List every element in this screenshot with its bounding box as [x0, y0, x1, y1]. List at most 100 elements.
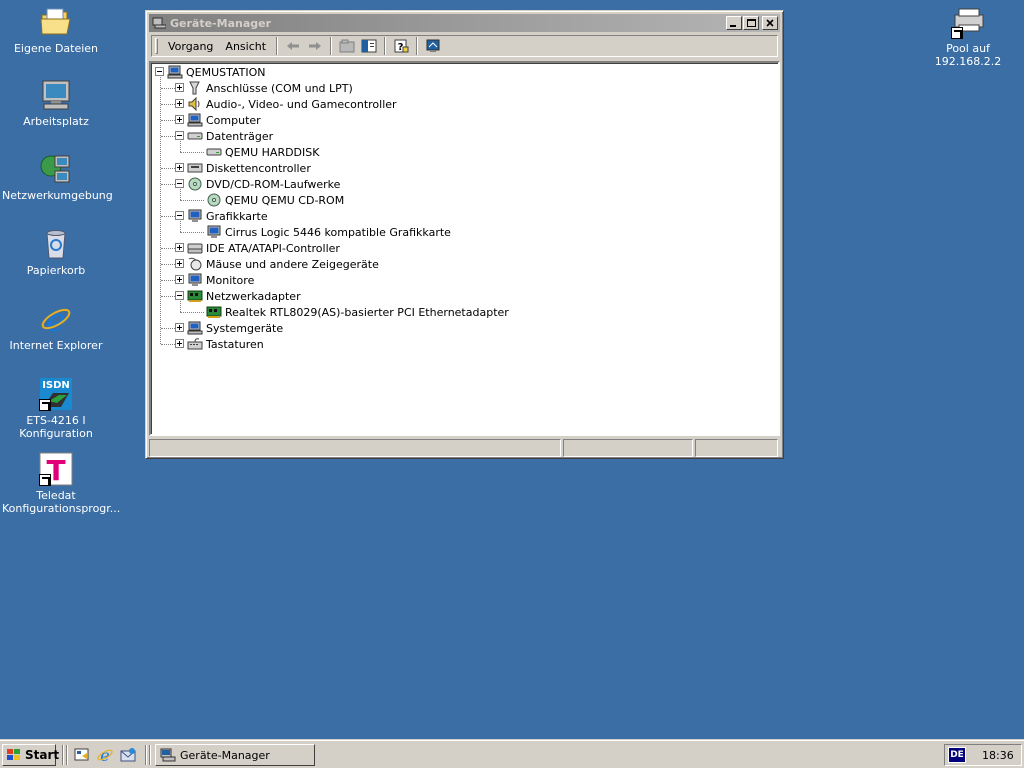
device-manager-icon: [160, 748, 176, 762]
toolbar-grip[interactable]: [155, 38, 158, 54]
taskbar-separator: [149, 745, 151, 765]
quicklaunch-internet-explorer[interactable]: e: [96, 746, 114, 765]
tree-node-category[interactable]: Grafikkarte: [187, 208, 268, 224]
collapse-toggle[interactable]: [175, 211, 184, 220]
net-icon: [187, 289, 203, 303]
device-manager-window[interactable]: Geräte-Manager Vorgang Ansicht ? QEMUSTA…: [145, 10, 784, 459]
display-icon: [187, 273, 203, 287]
help-button[interactable]: ?: [390, 37, 412, 55]
isdn-icon: ISDN: [39, 377, 73, 411]
tree-node-device[interactable]: QEMU QEMU CD-ROM: [206, 192, 344, 208]
back-button[interactable]: [282, 37, 304, 55]
desktop-icon-label: Arbeitsplatz: [23, 115, 89, 128]
clock[interactable]: 18:36: [982, 749, 1014, 762]
taskbar-separator: [145, 745, 147, 765]
tree-node-label: QEMU HARDDISK: [225, 145, 320, 159]
collapse-toggle[interactable]: [175, 131, 184, 140]
toolbar-separator: [276, 37, 279, 55]
menu-ansicht[interactable]: Ansicht: [219, 38, 272, 55]
expand-toggle[interactable]: [175, 115, 184, 124]
close-icon: [766, 19, 774, 27]
desktop-icon-netzwerkumgebung[interactable]: Netzwerkumgebung: [0, 152, 113, 202]
tree-node-device[interactable]: QEMU HARDDISK: [206, 144, 319, 160]
language-indicator[interactable]: DE: [948, 747, 966, 763]
tree-node-category[interactable]: Tastaturen: [187, 336, 264, 352]
recycle-bin-icon: [39, 227, 73, 261]
tree-connector: [161, 296, 175, 297]
desktop-icon-eigene-dateien[interactable]: Eigene Dateien: [0, 5, 112, 55]
show-hide-tree-button[interactable]: [358, 37, 380, 55]
quicklaunch-show-desktop[interactable]: [73, 747, 91, 763]
collapse-toggle[interactable]: [155, 67, 164, 76]
desktop-icon-internet-explorer[interactable]: e Internet Explorer: [0, 301, 112, 352]
tree-node-label: QEMU QEMU CD-ROM: [225, 193, 345, 207]
tree-node-category[interactable]: Audio-, Video- und Gamecontroller: [187, 96, 397, 112]
tree-node-category[interactable]: Anschlüsse (COM und LPT): [187, 80, 353, 96]
back-arrow-icon: [287, 42, 300, 50]
tree-node-category[interactable]: Systemgeräte: [187, 320, 283, 336]
expand-toggle[interactable]: [175, 163, 184, 172]
desktop-icon-ets-4216[interactable]: ISDN ETS-4216 I Konfiguration: [0, 377, 112, 440]
tree-node-category[interactable]: Monitore: [187, 272, 254, 288]
internet-explorer-icon: e: [97, 746, 113, 765]
tree-node-label: Realtek RTL8029(AS)-basierter PCI Ethern…: [225, 305, 509, 319]
desktop-icon-papierkorb[interactable]: Papierkorb: [0, 227, 112, 277]
expand-toggle[interactable]: [175, 275, 184, 284]
folder-icon: [39, 5, 73, 39]
tree-node-category[interactable]: Netzwerkadapter: [187, 288, 301, 304]
start-label: Start: [25, 748, 60, 762]
tree-node-label: Netzwerkadapter: [206, 289, 301, 303]
tree-connector: [180, 189, 181, 200]
desktop-icon-printer-pool[interactable]: Pool auf 192.168.2.2: [912, 5, 1024, 68]
forward-arrow-icon: [309, 42, 322, 50]
menu-vorgang[interactable]: Vorgang: [162, 38, 219, 55]
expand-toggle[interactable]: [175, 243, 184, 252]
tree-node-label: Systemgeräte: [206, 321, 284, 335]
tree-node-device[interactable]: Cirrus Logic 5446 kompatible Grafikkarte: [206, 224, 451, 240]
internet-explorer-icon: e: [39, 301, 73, 339]
taskbar-separator: [66, 745, 68, 765]
tree-node-category[interactable]: Datenträger: [187, 128, 273, 144]
tree-node-device[interactable]: Realtek RTL8029(AS)-basierter PCI Ethern…: [206, 304, 509, 320]
desktop-icon-arbeitsplatz[interactable]: Arbeitsplatz: [0, 78, 112, 128]
collapse-toggle[interactable]: [175, 291, 184, 300]
taskbar: Start e Geräte-Manager DE 18:36: [0, 740, 1024, 768]
disk-icon: [187, 129, 203, 143]
tree-node-category[interactable]: Computer: [187, 112, 261, 128]
port-icon: [187, 81, 203, 95]
quicklaunch-outlook-express[interactable]: [119, 747, 137, 763]
scan-hardware-button[interactable]: [422, 37, 444, 55]
expand-toggle[interactable]: [175, 259, 184, 268]
tree-node-category[interactable]: Diskettencontroller: [187, 160, 311, 176]
title-bar[interactable]: Geräte-Manager: [149, 14, 780, 32]
shortcut-arrow-icon: [39, 474, 51, 486]
minimize-button[interactable]: [726, 16, 742, 30]
maximize-button[interactable]: [743, 16, 759, 30]
ide-icon: [187, 241, 203, 255]
expand-toggle[interactable]: [175, 83, 184, 92]
net-icon: [206, 305, 222, 319]
expand-toggle[interactable]: [175, 339, 184, 348]
desktop-icon-label: Netzwerkumgebung: [2, 189, 113, 202]
taskbar-button-device-manager[interactable]: Geräte-Manager: [155, 744, 315, 766]
up-level-button[interactable]: [336, 37, 358, 55]
tree-node-category[interactable]: IDE ATA/ATAPI-Controller: [187, 240, 340, 256]
collapse-toggle[interactable]: [175, 179, 184, 188]
computer-icon: [167, 65, 183, 79]
tree-node-category[interactable]: DVD/CD-ROM-Laufwerke: [187, 176, 340, 192]
tree-node-category[interactable]: Mäuse und andere Zeigegeräte: [187, 256, 379, 272]
maximize-icon: [747, 19, 756, 27]
start-button[interactable]: Start: [2, 744, 60, 766]
expand-toggle[interactable]: [175, 99, 184, 108]
tree-node-root[interactable]: QEMUSTATION: [167, 64, 266, 80]
svg-text:e: e: [47, 302, 66, 336]
expand-toggle[interactable]: [175, 323, 184, 332]
desktop-icon-label: Internet Explorer: [9, 339, 103, 352]
close-button[interactable]: [762, 16, 778, 30]
desktop-icon-label: Eigene Dateien: [13, 42, 99, 55]
tree-node-label: Diskettencontroller: [206, 161, 311, 175]
tree-connector: [160, 77, 161, 344]
forward-button[interactable]: [304, 37, 326, 55]
desktop-icon-teledat[interactable]: T Teledat Konfigurationsprogr...: [0, 452, 120, 515]
device-tree-pane[interactable]: QEMUSTATION Anschlüsse (COM und LPT) Audio…: [149, 61, 780, 436]
